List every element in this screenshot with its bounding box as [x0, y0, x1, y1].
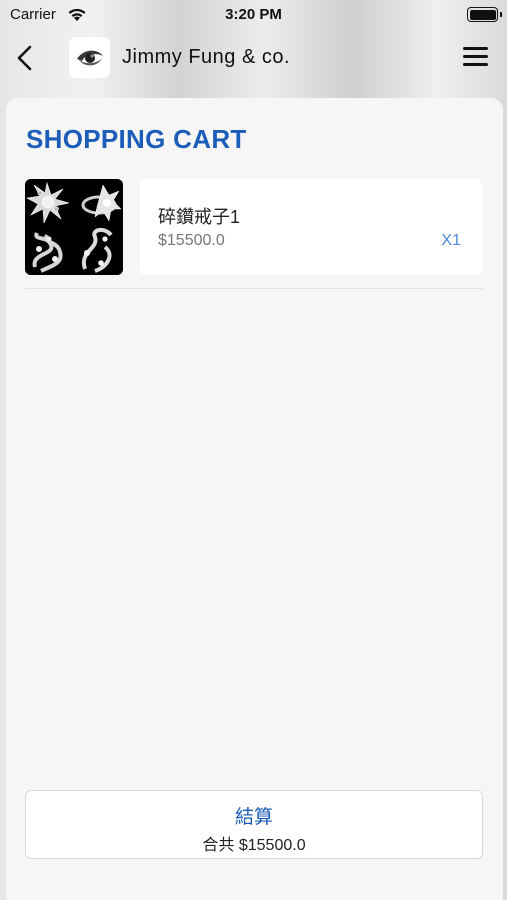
eye-logo-icon [76, 50, 103, 65]
page-title: SHOPPING CART [26, 124, 247, 154]
item-quantity[interactable]: X1 [441, 232, 461, 250]
battery-icon [467, 7, 498, 22]
checkout-label: 結算 [234, 807, 273, 828]
cart-card: SHOPPING CART 碎鑽戒子1 $15500.0 X1 結算 合共 $1… [6, 98, 503, 900]
product-thumbnail [25, 179, 123, 275]
item-name: 碎鑽戒子1 [158, 207, 241, 227]
chevron-left-icon [17, 45, 32, 71]
brand-name: Jimmy Fung & co. [122, 46, 291, 68]
menu-button[interactable] [463, 47, 489, 69]
status-time: 3:20 PM [225, 6, 282, 23]
ring-product-image [25, 179, 123, 275]
checkout-button[interactable]: 結算 合共 $15500.0 [25, 790, 483, 859]
item-price: $15500.0 [158, 232, 225, 249]
status-bar: Carrier 3:20 PM [0, 0, 507, 30]
brand-logo [69, 37, 110, 78]
checkout-total: 合共 $15500.0 [202, 837, 306, 854]
cart-item[interactable]: 碎鑽戒子1 $15500.0 X1 [25, 179, 483, 275]
nav-bar: Jimmy Fung & co. [0, 36, 507, 80]
hamburger-menu-icon [463, 47, 489, 66]
battery-tip [500, 12, 502, 17]
back-button[interactable] [10, 42, 40, 74]
cart-item-details[interactable]: 碎鑽戒子1 $15500.0 X1 [140, 179, 482, 275]
item-divider [25, 288, 483, 289]
